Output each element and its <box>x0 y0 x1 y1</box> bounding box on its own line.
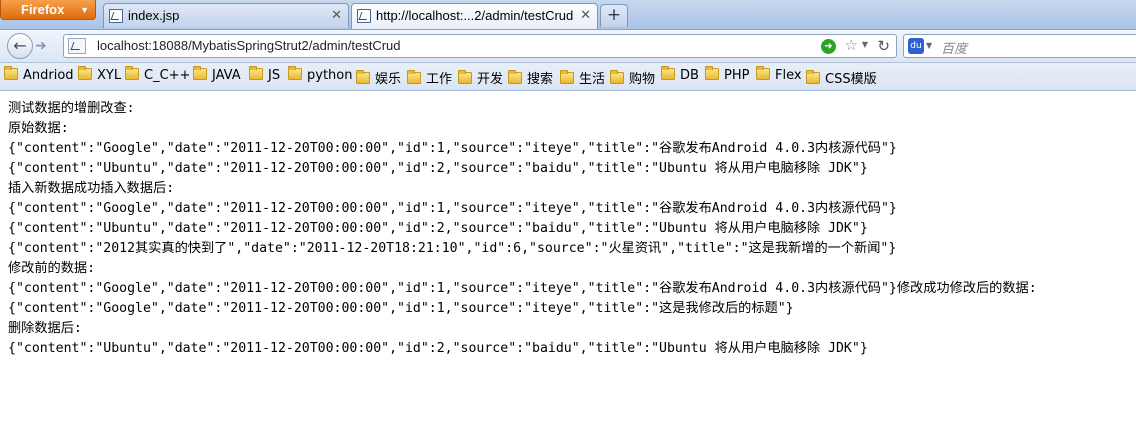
json-record-line: {"content":"Ubuntu","date":"2011-12-20T0… <box>8 161 868 176</box>
section-heading-before-update: 修改前的数据: <box>8 261 96 276</box>
folder-icon <box>508 70 522 84</box>
json-record-line: {"content":"2012其实真的快到了","date":"2011-12… <box>8 241 897 256</box>
firefox-menu-button[interactable]: Firefox ▼ <box>0 0 96 20</box>
engine-dropdown-icon[interactable]: ▼ <box>926 41 932 50</box>
bookmark-folder-js[interactable]: JS <box>249 66 281 85</box>
close-icon[interactable]: ✕ <box>580 7 591 23</box>
bookmark-label: DB <box>680 68 699 83</box>
bookmark-folder-xyl[interactable]: XYL <box>78 66 122 85</box>
folder-icon <box>4 66 18 80</box>
folder-icon <box>249 66 263 80</box>
url-text[interactable]: localhost:18088/MybatisSpringStrut2/admi… <box>97 38 401 53</box>
json-record-line: {"content":"Google","date":"2011-12-20T0… <box>8 301 794 316</box>
bookmark-label: JAVA <box>212 68 241 83</box>
close-icon[interactable]: ✕ <box>331 7 342 23</box>
bookmark-label: 工作 <box>426 72 453 87</box>
bookmark-label: Flex <box>775 68 802 83</box>
bookmark-label: 娱乐 <box>375 72 402 87</box>
bookmark-label: Andriod <box>23 68 74 83</box>
bookmark-star-icon[interactable]: ☆ <box>845 36 858 54</box>
tab-testcrud[interactable]: http://localhost:...2/admin/testCrud ✕ <box>351 3 598 29</box>
firefox-menu-label: Firefox <box>21 2 65 17</box>
folder-icon <box>78 66 92 80</box>
bookmark-folder-gongzuo[interactable]: 工作 <box>407 68 453 87</box>
folder-icon <box>610 70 624 84</box>
bookmark-folder-kaifa[interactable]: 开发 <box>458 68 504 87</box>
history-dropdown-icon[interactable]: ▼ <box>862 40 868 49</box>
bookmark-label: C_C++ <box>144 68 191 83</box>
json-record-line: {"content":"Ubuntu","date":"2011-12-20T0… <box>8 341 868 356</box>
folder-icon <box>705 66 719 80</box>
bookmark-label: 购物 <box>629 72 656 87</box>
address-bar[interactable]: localhost:18088/MybatisSpringStrut2/admi… <box>63 34 897 58</box>
folder-icon <box>756 66 770 80</box>
folder-icon <box>806 70 820 84</box>
page-icon <box>109 9 123 23</box>
section-heading-after-delete: 删除数据后: <box>8 321 82 336</box>
go-arrow-icon[interactable]: ➜ <box>821 39 836 54</box>
reload-icon[interactable]: ↻ <box>877 37 890 55</box>
bookmark-label: 生活 <box>579 72 606 87</box>
site-identity-icon[interactable] <box>68 38 86 54</box>
bookmark-label: PHP <box>724 68 750 83</box>
bookmark-folder-flex[interactable]: Flex <box>756 66 802 85</box>
bookmark-folder-java[interactable]: JAVA <box>193 66 241 85</box>
bookmark-folder-shenghuo[interactable]: 生活 <box>560 68 606 87</box>
search-input[interactable]: 百度 <box>941 38 967 57</box>
tab-index-jsp[interactable]: index.jsp ✕ <box>103 3 349 28</box>
folder-icon <box>125 66 139 80</box>
bookmark-label: CSS模版 <box>825 72 877 87</box>
bookmark-folder-c-cpp[interactable]: C_C++ <box>125 66 191 85</box>
navigation-toolbar: ← ➜ localhost:18088/MybatisSpringStrut2/… <box>0 30 1136 63</box>
json-record-line: {"content":"Google","date":"2011-12-20T0… <box>8 281 1037 296</box>
bookmark-folder-sousuo[interactable]: 搜索 <box>508 68 554 87</box>
folder-icon <box>356 70 370 84</box>
section-heading-after-insert: 插入新数据成功插入数据后: <box>8 181 175 196</box>
new-tab-button[interactable]: + <box>600 4 628 27</box>
back-button[interactable]: ← <box>7 33 33 59</box>
arrow-right-icon: ➜ <box>35 38 47 54</box>
bookmark-folder-yule[interactable]: 娱乐 <box>356 68 402 87</box>
arrow-left-icon: ← <box>13 36 27 55</box>
section-heading-test-crud: 测试数据的增删改查: <box>8 101 135 116</box>
bookmark-label: 开发 <box>477 72 504 87</box>
folder-icon <box>193 66 207 80</box>
bookmark-folder-db[interactable]: DB <box>661 66 699 85</box>
bookmark-folder-gouwu[interactable]: 购物 <box>610 68 656 87</box>
bookmark-label: 搜索 <box>527 72 554 87</box>
folder-icon <box>560 70 574 84</box>
bookmark-folder-python[interactable]: python <box>288 66 353 85</box>
bookmark-folder-php[interactable]: PHP <box>705 66 750 85</box>
page-content: 测试数据的增删改查: 原始数据: {"content":"Google","da… <box>8 99 1128 359</box>
bookmarks-toolbar: Andriod XYL C_C++ JAVA JS python 娱乐 工作 开… <box>0 63 1136 91</box>
bookmark-label: JS <box>268 68 281 83</box>
tab-label: http://localhost:...2/admin/testCrud <box>376 8 574 23</box>
page-icon <box>357 9 371 23</box>
json-record-line: {"content":"Ubuntu","date":"2011-12-20T0… <box>8 221 868 236</box>
bookmark-label: XYL <box>97 68 122 83</box>
bookmark-folder-andriod[interactable]: Andriod <box>4 66 74 85</box>
folder-icon <box>458 70 472 84</box>
baidu-engine-icon[interactable]: du <box>908 38 924 54</box>
forward-button[interactable]: ➜ <box>35 38 53 54</box>
json-record-line: {"content":"Google","date":"2011-12-20T0… <box>8 201 897 216</box>
search-box[interactable]: du ▼ 百度 <box>903 34 1136 58</box>
folder-icon <box>661 66 675 80</box>
json-record-line: {"content":"Google","date":"2011-12-20T0… <box>8 141 897 156</box>
tab-label: index.jsp <box>128 8 180 23</box>
folder-icon <box>407 70 421 84</box>
section-heading-original-data: 原始数据: <box>8 121 69 136</box>
window-titlebar: Firefox ▼ index.jsp ✕ http://localhost:.… <box>0 0 1136 30</box>
folder-icon <box>288 66 302 80</box>
bookmark-folder-css[interactable]: CSS模版 <box>806 68 877 87</box>
bookmark-label: python <box>307 68 353 83</box>
chevron-down-icon: ▼ <box>80 5 89 15</box>
